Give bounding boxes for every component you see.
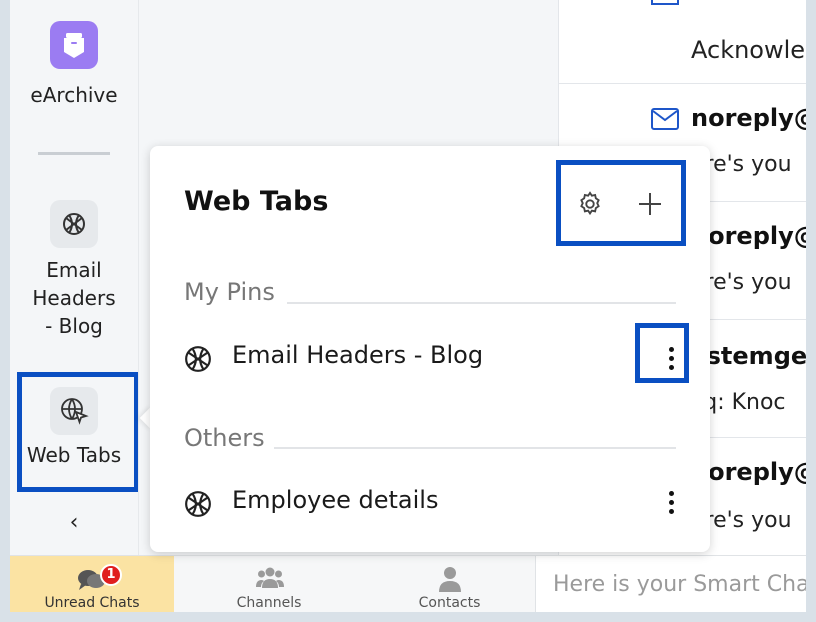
tab-label: Contacts	[418, 595, 481, 611]
mail-icon	[651, 0, 679, 5]
web-tab-item-label: Employee details	[232, 486, 439, 514]
kebab-dot	[668, 499, 674, 505]
web-tab-item-label: Email Headers - Blog	[232, 341, 484, 369]
section-divider	[274, 447, 676, 449]
tab-unread-chats[interactable]: 1 Unread Chats	[10, 556, 174, 612]
rail-app-label: Email Headers - Blog	[32, 258, 116, 338]
collapse-rail-button[interactable]: ‹	[62, 508, 86, 538]
web-tab-item-employee-details[interactable]: Employee details	[184, 484, 676, 524]
highlight-header-actions	[556, 160, 686, 246]
globe-icon	[185, 346, 211, 372]
more-options-button[interactable]	[656, 484, 686, 520]
highlight-web-tabs	[17, 372, 139, 492]
section-my-pins: My Pins	[184, 278, 275, 306]
smart-chat-bar	[535, 556, 806, 612]
app-window: eArchive Email Headers - Blog Web Tabs ‹…	[10, 0, 806, 612]
rail-app-label: eArchive	[30, 83, 118, 107]
tab-label: Channels	[236, 595, 302, 611]
list-item[interactable]: Acknowle	[559, 0, 806, 84]
section-others: Others	[184, 424, 265, 452]
smart-chat-input[interactable]	[536, 556, 806, 612]
rail-divider	[38, 152, 110, 155]
bottom-bar: 1 Unread Chats Channels Contacts	[10, 555, 806, 612]
web-tab-item-email-headers-blog[interactable]: Email Headers - Blog	[184, 339, 676, 379]
section-divider	[287, 302, 676, 304]
rail-app-earchive[interactable]: eArchive	[10, 21, 138, 109]
tab-channels[interactable]: Channels	[174, 556, 364, 612]
popup-title: Web Tabs	[184, 186, 329, 217]
globe-icon	[185, 491, 211, 517]
kebab-dot	[668, 490, 674, 496]
list-item-preview: Acknowle	[691, 36, 806, 64]
list-item-sender: noreply@	[691, 104, 806, 132]
rail-app-email-headers-blog[interactable]: Email Headers - Blog	[10, 200, 138, 340]
contact-icon	[439, 567, 461, 592]
globe-icon	[50, 200, 98, 248]
tab-label: Unread Chats	[44, 595, 140, 611]
highlight-more-options	[635, 323, 689, 383]
kebab-dot	[668, 508, 674, 514]
unread-count-badge: 1	[100, 564, 122, 586]
mail-icon	[651, 108, 679, 130]
group-icon	[256, 567, 284, 588]
tab-contacts[interactable]: Contacts	[364, 556, 535, 612]
archive-icon	[50, 21, 98, 69]
